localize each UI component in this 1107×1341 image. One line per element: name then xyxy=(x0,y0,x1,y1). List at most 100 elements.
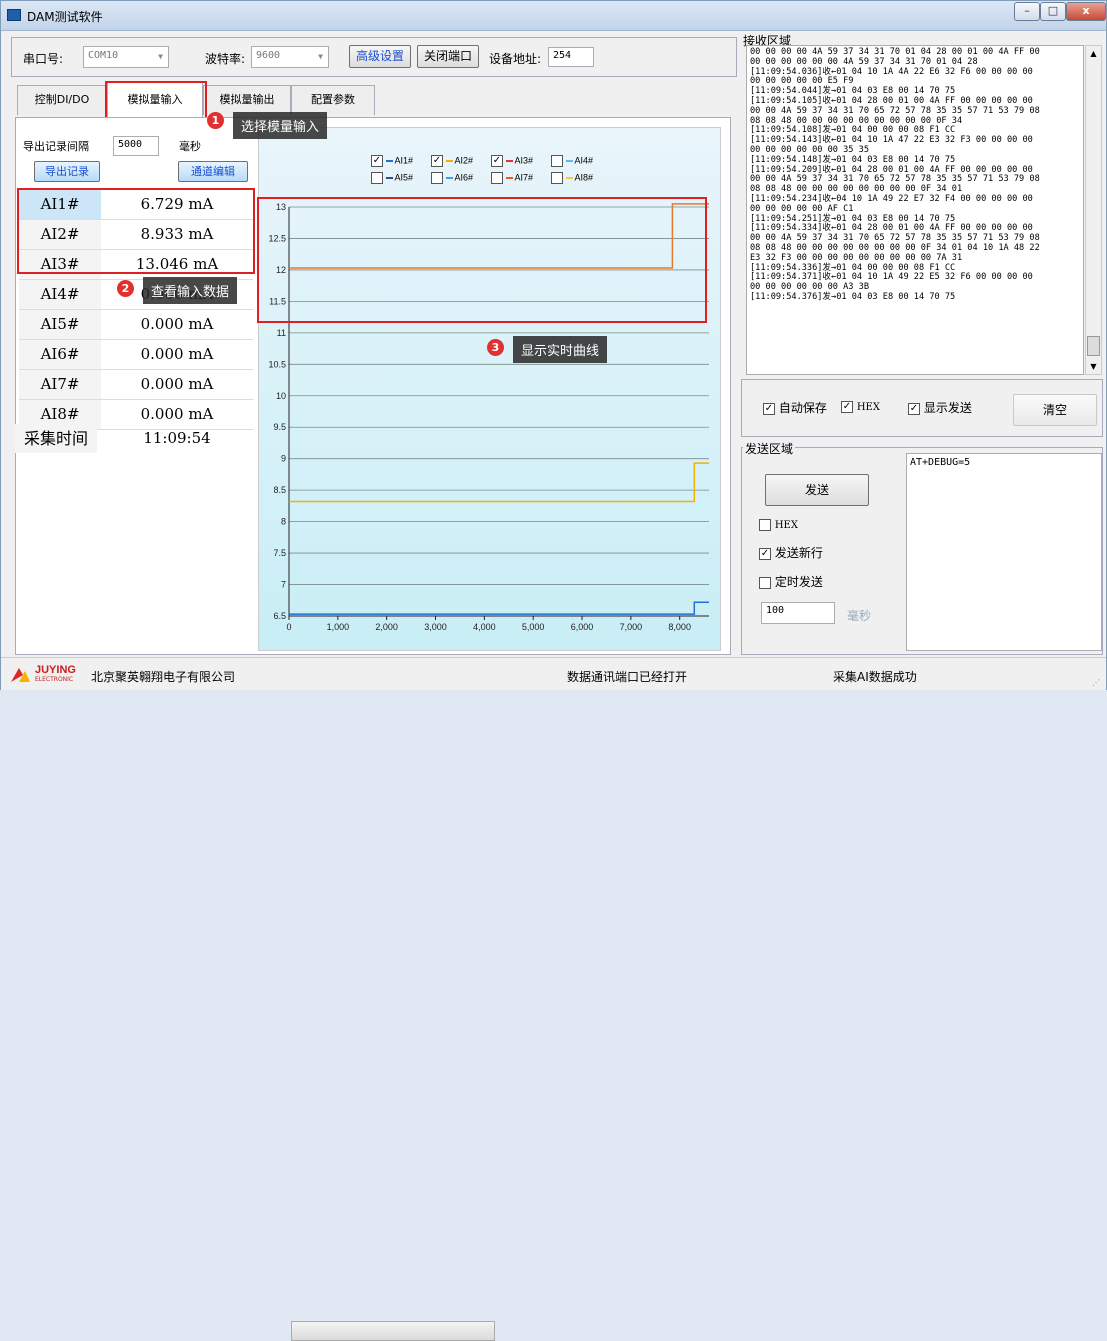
tab-analog-input[interactable]: 模拟量输入 xyxy=(107,81,203,117)
y-tick-label: 8.5 xyxy=(273,485,286,495)
maximize-button[interactable]: □ xyxy=(1040,2,1066,21)
send-hex-checkbox[interactable]: HEX xyxy=(759,517,798,531)
show-send-label: 显示发送 xyxy=(923,401,972,415)
x-tick-label: 8,000 xyxy=(668,622,691,632)
ai-name: AI2# xyxy=(19,220,101,249)
timed-interval-input[interactable]: 100 xyxy=(761,602,835,624)
receive-textarea[interactable]: 00 00 00 00 4A 59 37 34 31 70 01 04 28 0… xyxy=(746,45,1084,375)
tab-control-dido[interactable]: 控制DI/DO xyxy=(17,85,107,115)
ai-row-1[interactable]: AI1# 6.729 mA xyxy=(19,190,253,220)
ai-row-7[interactable]: AI7# 0.000 mA xyxy=(19,370,253,400)
timed-send-checkbox[interactable]: 定时发送 xyxy=(759,573,823,590)
callout-badge-1: 1 xyxy=(207,112,224,129)
x-tick-label: 5,000 xyxy=(522,622,545,632)
export-unit-label: 毫秒 xyxy=(179,140,201,153)
resize-grip-icon[interactable]: ⋰ xyxy=(1092,678,1102,688)
ai-name: AI6# xyxy=(19,340,101,369)
timed-unit-label: 毫秒 xyxy=(847,609,872,623)
clear-button[interactable]: 清空 xyxy=(1013,394,1097,426)
series-line-ai2 xyxy=(289,462,709,503)
advanced-settings-button[interactable]: 高级设置 xyxy=(349,45,411,68)
y-tick-label: 7.5 xyxy=(273,548,286,558)
x-tick-label: 7,000 xyxy=(620,622,643,632)
logo-subtext: ELECTRONIC xyxy=(35,676,74,683)
export-interval-label: 导出记录间隔 xyxy=(23,140,89,153)
y-tick-label: 13 xyxy=(276,202,286,212)
ai-row-2[interactable]: AI2# 8.933 mA xyxy=(19,220,253,250)
progress-bar xyxy=(291,1321,495,1341)
callout-badge-3: 3 xyxy=(487,339,504,356)
ai-name: AI1# xyxy=(19,190,101,219)
baud-label: 波特率: xyxy=(205,52,246,66)
juying-logo-icon xyxy=(11,668,30,682)
ai-name: AI7# xyxy=(19,370,101,399)
export-interval-input[interactable]: 5000 xyxy=(113,136,159,156)
port-status-text: 数据通讯端口已经打开 xyxy=(567,670,688,684)
port-label: 串口号: xyxy=(23,52,64,66)
timed-send-label: 定时发送 xyxy=(774,575,823,589)
tab-analog-output[interactable]: 模拟量输出 xyxy=(203,85,291,115)
callout-badge-2: 2 xyxy=(117,280,134,297)
chevron-down-icon: ▼ xyxy=(318,52,323,61)
app-window: DAM测试软件 – □ x 串口号: COM10 ▼ 波特率: 9600 ▼ 高级设… xyxy=(0,0,1107,1341)
autosave-checkbox[interactable]: ✓ 自动保存 xyxy=(763,399,827,416)
company-name: 北京聚英翱翔电子有限公司 xyxy=(91,670,236,684)
y-tick-label: 8 xyxy=(281,517,286,527)
ai-value: 13.046 mA xyxy=(135,255,219,273)
recv-hex-checkbox[interactable]: ✓ HEX xyxy=(841,399,880,413)
tab-config-params[interactable]: 配置参数 xyxy=(291,85,375,115)
scroll-down-icon[interactable]: ▼ xyxy=(1086,359,1101,374)
x-tick-label: 3,000 xyxy=(424,622,447,632)
close-button[interactable]: x xyxy=(1066,2,1106,21)
send-button[interactable]: 发送 xyxy=(765,474,869,506)
ai-status-text: 采集AI数据成功 xyxy=(833,670,917,684)
ai-name: AI4# xyxy=(19,280,101,309)
ai-name: AI3# xyxy=(19,250,101,279)
receive-scrollbar[interactable]: ▲ ▼ xyxy=(1085,45,1102,375)
ai-row-3[interactable]: AI3# 13.046 mA xyxy=(19,250,253,280)
y-tick-label: 7 xyxy=(281,580,286,590)
series-line-ai1 xyxy=(289,601,709,615)
send-newline-checkbox[interactable]: ✓ 发送新行 xyxy=(759,544,823,561)
checkbox-checked-icon: ✓ xyxy=(908,402,920,415)
y-tick-label: 6.5 xyxy=(273,611,286,621)
device-address-input[interactable]: 254 xyxy=(548,47,594,67)
y-tick-label: 11.5 xyxy=(269,296,286,306)
ai-value: 0.000 mA xyxy=(140,315,214,333)
ai-value: 8.933 mA xyxy=(140,225,214,243)
scroll-thumb[interactable] xyxy=(1087,336,1100,356)
y-tick-label: 9.5 xyxy=(273,422,286,432)
minimize-button[interactable]: – xyxy=(1014,2,1040,21)
ai-row-5[interactable]: AI5# 0.000 mA xyxy=(19,310,253,340)
checkbox-icon xyxy=(759,518,771,531)
checkbox-icon xyxy=(759,576,771,589)
callout-show-realtime-curve: 显示实时曲线 xyxy=(513,336,608,363)
x-tick-label: 4,000 xyxy=(473,622,496,632)
ai-name: AI5# xyxy=(19,310,101,339)
y-tick-label: 10.5 xyxy=(268,359,286,369)
scroll-up-icon[interactable]: ▲ xyxy=(1086,46,1101,61)
device-address-label: 设备地址: xyxy=(489,52,542,66)
app-icon xyxy=(7,9,21,21)
ai-value: 0.000 mA xyxy=(140,375,214,393)
collect-time-label: 采集时间 xyxy=(15,424,97,453)
channel-edit-button[interactable]: 通道编辑 xyxy=(178,161,248,182)
close-port-button[interactable]: 关闭端口 xyxy=(417,45,479,68)
chevron-down-icon: ▼ xyxy=(158,52,163,61)
x-tick-label: 2,000 xyxy=(375,622,398,632)
checkbox-checked-icon: ✓ xyxy=(763,402,775,415)
x-tick-label: 0 xyxy=(286,622,291,632)
port-value: COM10 xyxy=(88,50,119,61)
title-bar[interactable]: DAM测试软件 – □ x xyxy=(1,1,1106,31)
realtime-chart: ✓ AI1# ✓ AI2# ✓ AI3# AI4# AI5# AI6# AI7# A… xyxy=(258,127,721,651)
send-textarea[interactable]: AT+DEBUG=5 xyxy=(906,453,1102,651)
port-select[interactable]: COM10 ▼ xyxy=(83,46,169,68)
baud-select[interactable]: 9600 ▼ xyxy=(251,46,329,68)
status-bar: JUYING ELECTRONIC 北京聚英翱翔电子有限公司 数据通讯端口已经打… xyxy=(1,657,1106,1341)
export-records-button[interactable]: 导出记录 xyxy=(34,161,100,182)
window-title: DAM测试软件 xyxy=(27,10,103,24)
ai-row-6[interactable]: AI6# 0.000 mA xyxy=(19,340,253,370)
show-send-checkbox[interactable]: ✓ 显示发送 xyxy=(908,399,972,416)
checkbox-checked-icon: ✓ xyxy=(759,547,771,560)
send-hex-label: HEX xyxy=(774,520,798,531)
